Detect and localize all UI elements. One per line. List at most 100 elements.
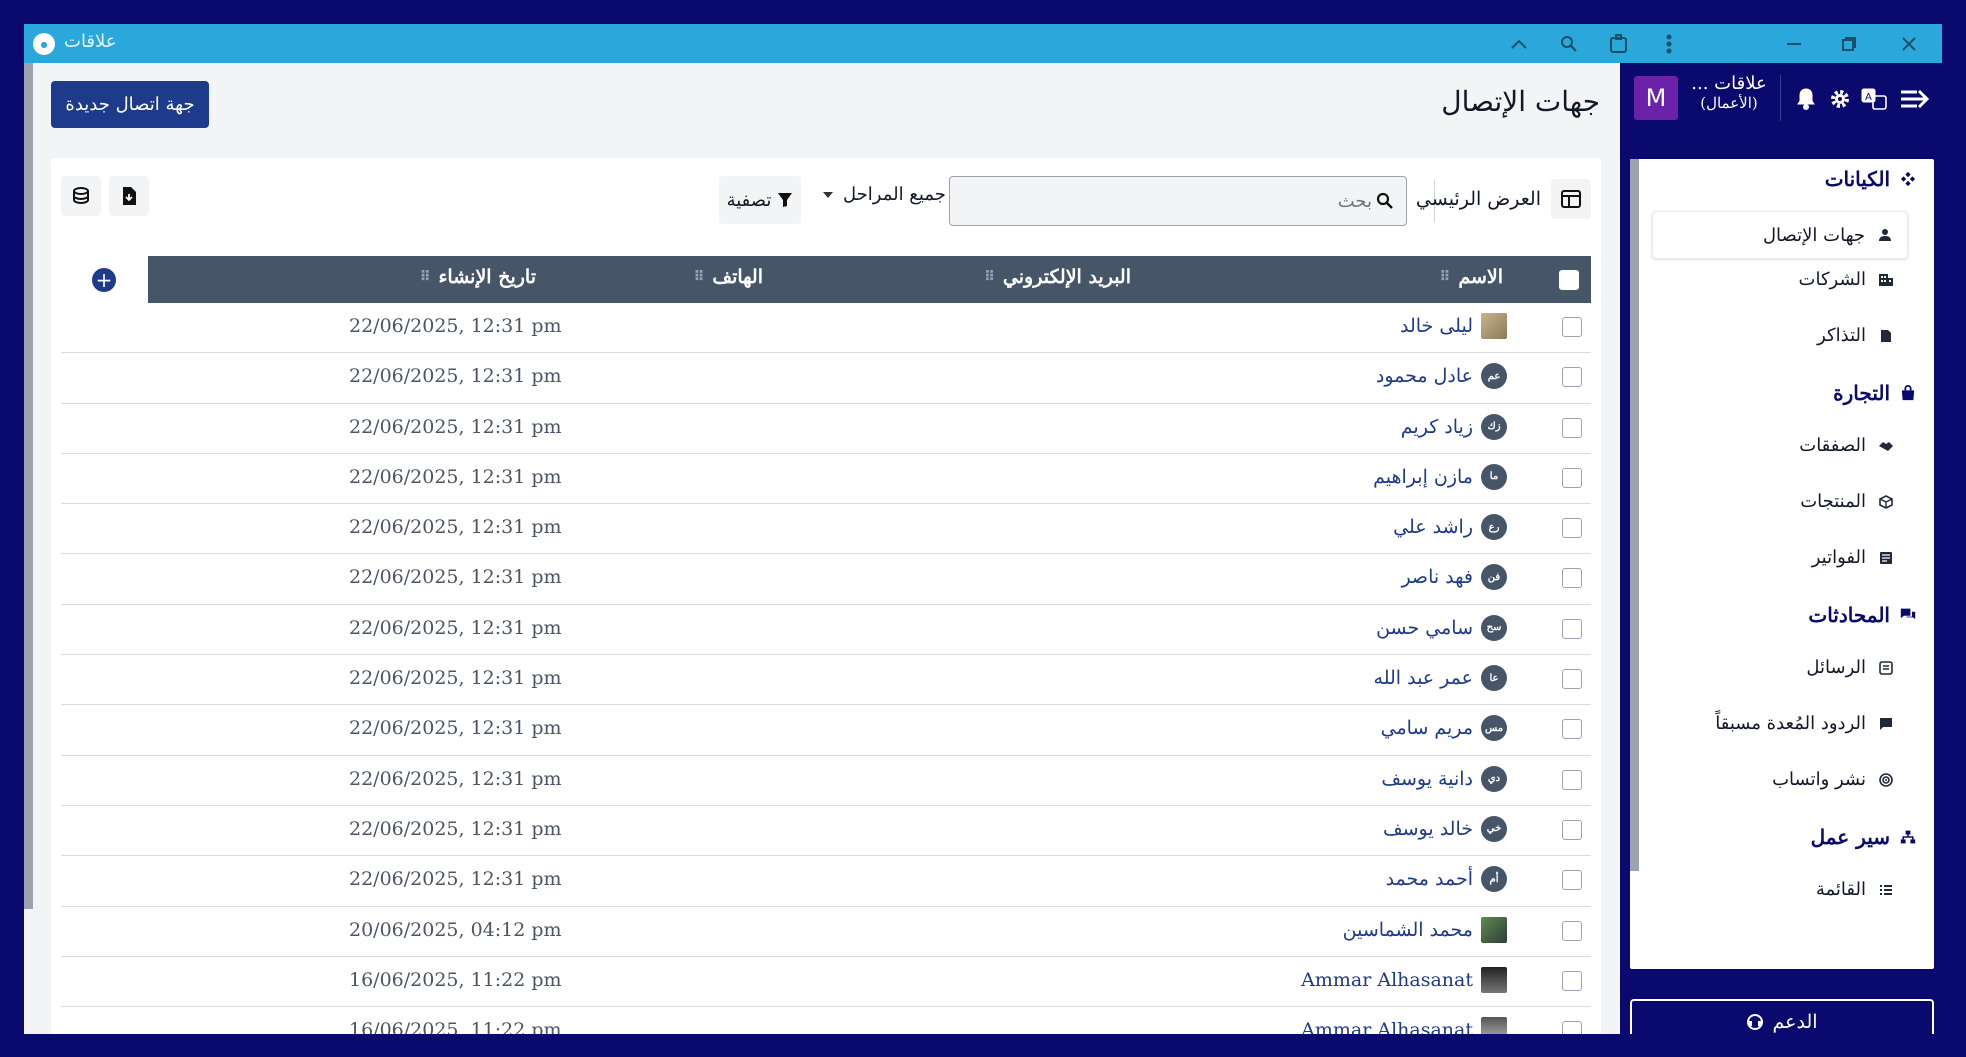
contact-name-cell[interactable]: زك زياد كريم [1401,413,1507,440]
row-checkbox[interactable] [1562,819,1582,840]
contact-name[interactable]: عمر عبد الله [1374,667,1473,689]
drag-handle-icon[interactable]: ⠿ [693,269,704,285]
row-checkbox[interactable] [1562,1021,1582,1034]
row-checkbox[interactable] [1562,417,1582,438]
section-commerce[interactable]: التجارة [1833,381,1916,405]
gear-icon[interactable] [1826,85,1854,113]
row-checkbox[interactable] [1562,317,1582,337]
sidebar-item-canned-replies[interactable]: الردود المُعدة مسبقاً [1715,713,1894,734]
support-button[interactable]: الدعم [1630,999,1934,1034]
contact-name-cell[interactable]: ليلى خالد [1400,313,1507,339]
table-row[interactable]: زك زياد كريم 22/06/2025, 12:31 pm [61,403,1591,454]
row-checkbox[interactable] [1562,467,1582,488]
contact-name[interactable]: Ammar Alhasanat [1301,1019,1473,1034]
contact-name-cell[interactable]: ما مازن إبراهيم [1373,463,1507,490]
sidebar-item-whatsapp-broadcast[interactable]: نشر واتساب [1772,769,1894,790]
contact-name-cell[interactable]: أم أحمد محمد [1386,866,1507,893]
contact-name[interactable]: خالد يوسف [1383,818,1473,840]
table-row[interactable]: دي دانية يوسف 22/06/2025, 12:31 pm [61,755,1591,806]
sidebar-item-tickets[interactable]: التذاكر [1817,325,1894,346]
org-switcher[interactable]: علاقات ... (الأعمال) [1686,73,1772,112]
row-checkbox[interactable] [1562,920,1582,941]
sidebar-item-invoices[interactable]: الفواتير [1812,547,1894,568]
main-view-selector[interactable]: العرض الرئيسي [1416,176,1591,222]
contact-name[interactable]: زياد كريم [1401,416,1473,438]
contact-name[interactable]: أحمد محمد [1386,868,1473,890]
stages-dropdown[interactable]: جميع المراحل [823,184,946,205]
contact-name-cell[interactable]: دي دانية يوسف [1381,765,1507,792]
drag-handle-icon[interactable]: ⠿ [984,269,995,285]
contact-name-cell[interactable]: محمد الشماسين [1343,916,1507,943]
table-row[interactable]: فن فهد ناصر 22/06/2025, 12:31 pm [61,554,1591,605]
contact-name[interactable]: فهد ناصر [1401,566,1473,588]
zoom-icon[interactable] [1544,24,1594,63]
contact-name-cell[interactable]: Ammar Alhasanat [1301,1017,1507,1034]
contact-name-cell[interactable]: Ammar Alhasanat [1301,966,1507,993]
contact-name[interactable]: Ammar Alhasanat [1301,969,1473,991]
section-entities[interactable]: الكيانات [1825,167,1916,191]
table-row[interactable]: عم عادل محمود 22/06/2025, 12:31 pm [61,353,1591,404]
drag-handle-icon[interactable]: ⠿ [1439,269,1450,285]
section-conversations[interactable]: المحادثات [1808,603,1916,627]
table-row[interactable]: ما مازن إبراهيم 22/06/2025, 12:31 pm [61,453,1591,505]
sidebar-item-contacts[interactable]: جهات الإتصال [1652,211,1908,259]
row-checkbox[interactable] [1562,618,1582,639]
row-checkbox[interactable] [1562,769,1582,790]
sidebar-item-companies[interactable]: الشركات [1799,269,1894,290]
contact-name[interactable]: مازن إبراهيم [1373,466,1473,488]
database-icon[interactable] [61,176,101,216]
new-contact-button[interactable]: جهة اتصال جديدة [51,81,209,128]
contact-name-cell[interactable]: مس مريم سامي [1381,715,1507,742]
workspace-avatar[interactable]: M [1634,76,1678,120]
sidebar-item-products[interactable]: المنتجات [1800,491,1894,512]
contact-name[interactable]: عادل محمود [1376,365,1473,387]
row-checkbox[interactable] [1562,870,1582,891]
row-checkbox[interactable] [1562,669,1582,690]
contact-name-cell[interactable]: فن فهد ناصر [1401,564,1507,591]
table-row[interactable]: Ammar Alhasanat 16/06/2025, 11:22 pm [61,1007,1591,1034]
row-checkbox[interactable] [1562,518,1582,539]
column-header-phone[interactable]: الهاتف ⠿ [693,266,763,288]
table-row[interactable]: مس مريم سامي 22/06/2025, 12:31 pm [61,705,1591,756]
table-row[interactable]: خي خالد يوسف 22/06/2025, 12:31 pm [61,805,1591,857]
sidebar-item-deals[interactable]: الصفقات [1799,435,1894,456]
table-row[interactable]: سح سامي حسن 22/06/2025, 12:31 pm [61,604,1591,656]
sidebar-item-messages[interactable]: الرسائل [1806,657,1894,678]
row-checkbox[interactable] [1562,719,1582,740]
table-row[interactable]: محمد الشماسين 20/06/2025, 04:12 pm [61,906,1591,957]
bell-icon[interactable] [1792,85,1820,113]
row-checkbox[interactable] [1562,367,1582,388]
main-scrollbar[interactable] [24,63,33,909]
row-checkbox[interactable] [1562,568,1582,589]
select-all-checkbox[interactable] [1559,270,1579,290]
collapse-icon[interactable] [1494,24,1544,63]
section-workflow[interactable]: سير عمل [1811,825,1916,849]
search-input[interactable] [952,190,1372,212]
contact-name[interactable]: محمد الشماسين [1343,919,1473,941]
table-row[interactable]: Ammar Alhasanat 16/06/2025, 11:22 pm [61,956,1591,1008]
close-icon[interactable] [1884,24,1934,63]
filter-button[interactable]: تصفية [719,176,801,224]
extension-icon[interactable] [1594,24,1644,63]
more-menu-icon[interactable] [1644,24,1694,63]
sidebar-item-list[interactable]: القائمة [1816,879,1894,900]
minimize-icon[interactable] [1769,24,1819,63]
export-file-icon[interactable] [109,176,149,216]
contact-name-cell[interactable]: عا عمر عبد الله [1374,665,1507,692]
table-row[interactable]: ليلى خالد 22/06/2025, 12:31 pm [61,303,1591,354]
translate-icon[interactable]: A [1860,85,1888,113]
add-column-icon[interactable]: + [92,268,116,292]
column-header-name[interactable]: الاسم ⠿ [1439,266,1503,288]
contact-name[interactable]: سامي حسن [1376,617,1473,639]
drag-handle-icon[interactable]: ⠿ [420,269,431,285]
column-header-email[interactable]: البريد الإلكتروني ⠿ [984,266,1131,288]
column-header-created[interactable]: تاريخ الإنشاء ⠿ [420,266,536,288]
contact-name-cell[interactable]: سح سامي حسن [1376,614,1507,641]
contact-name-cell[interactable]: عم عادل محمود [1376,363,1507,390]
contact-name[interactable]: ليلى خالد [1400,315,1473,337]
contact-name-cell[interactable]: رع راشد علي [1393,514,1507,541]
table-row[interactable]: أم أحمد محمد 22/06/2025, 12:31 pm [61,856,1591,907]
contact-name-cell[interactable]: خي خالد يوسف [1383,815,1507,842]
restore-icon[interactable] [1824,24,1874,63]
collapse-sidebar-icon[interactable] [1898,85,1932,113]
